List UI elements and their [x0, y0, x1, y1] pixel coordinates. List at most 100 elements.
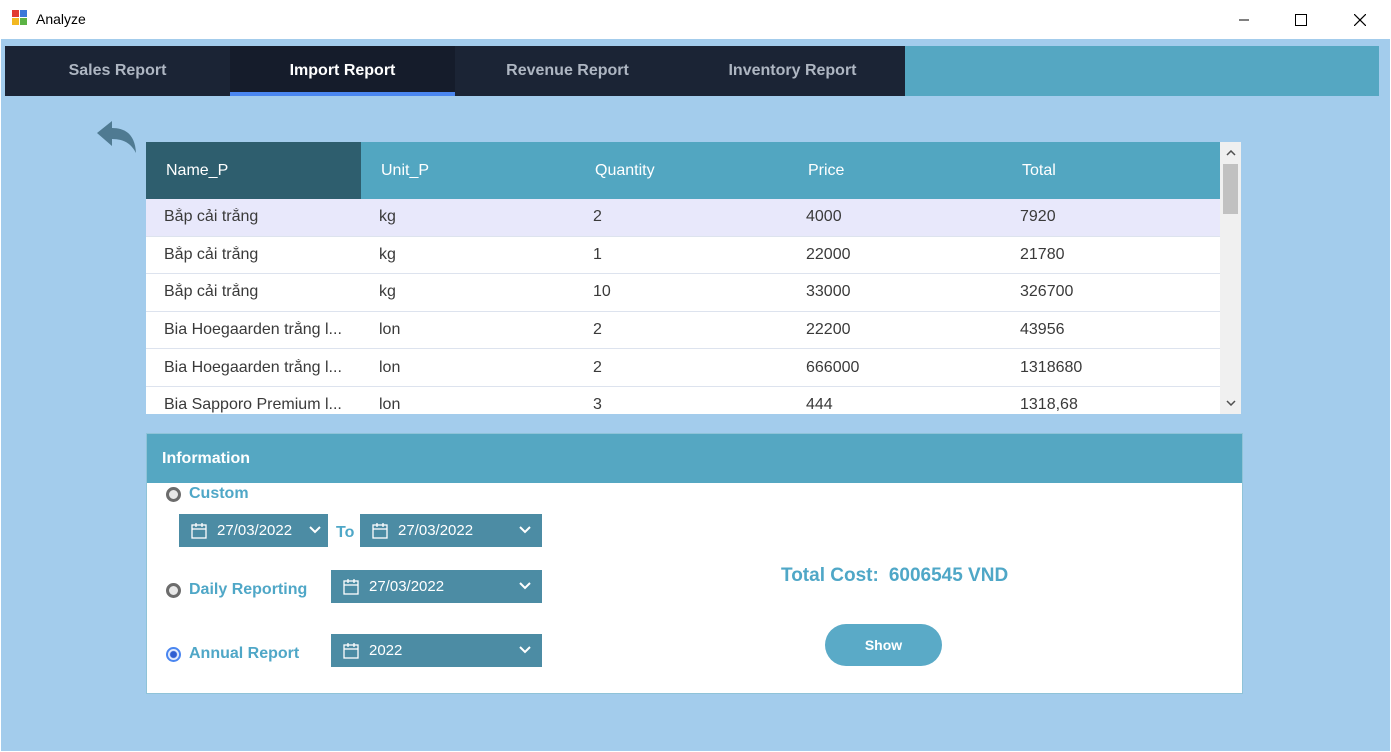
cell-total: 1318680 — [1020, 358, 1083, 376]
total-cost-value: 6006545 VND — [888, 565, 1009, 586]
information-panel: Information Custom 27/03/2022 To 27/03/2… — [146, 433, 1243, 694]
show-button[interactable]: Show — [825, 624, 942, 666]
annual-year-picker[interactable]: 2022 — [331, 634, 542, 667]
calendar-icon — [343, 578, 359, 595]
information-header: Information — [147, 434, 1242, 483]
cell-quantity: 3 — [593, 396, 602, 414]
cell-total: 7920 — [1020, 208, 1056, 226]
total-cost: Total Cost: 6006545 VND — [781, 565, 1008, 587]
tab-inventory-report[interactable]: Inventory Report — [680, 46, 905, 96]
chevron-up-icon — [1225, 150, 1236, 156]
column-header-total[interactable]: Total — [1002, 142, 1220, 199]
cell-name: Bia Hoegaarden trắng l... — [164, 321, 342, 339]
tab-import-report[interactable]: Import Report — [230, 46, 455, 96]
grid-vertical-scrollbar[interactable] — [1220, 142, 1241, 414]
grid-header: Name_P Unit_P Quantity Price Total — [146, 142, 1220, 199]
cell-total: 1318,68 — [1020, 396, 1078, 414]
scrollbar-thumb[interactable] — [1223, 164, 1238, 214]
daily-reporting-radio-label: Daily Reporting — [189, 581, 308, 598]
daily-reporting-radio[interactable]: Daily Reporting — [166, 581, 307, 599]
cell-quantity: 10 — [593, 283, 611, 301]
cell-total: 21780 — [1020, 245, 1065, 263]
custom-radio-label: Custom — [189, 485, 249, 502]
minimize-icon — [1239, 19, 1249, 20]
tab-sales-report[interactable]: Sales Report — [5, 46, 230, 96]
cell-price: 444 — [806, 396, 833, 414]
chevron-down-icon — [519, 582, 531, 590]
cell-unit: lon — [379, 396, 401, 414]
custom-from-date-value: 27/03/2022 — [217, 522, 293, 539]
table-row[interactable]: Bắp cải trắng kg 2 4000 7920 — [146, 199, 1220, 237]
cell-total: 43956 — [1020, 321, 1065, 339]
column-header-unit[interactable]: Unit_P — [361, 142, 575, 199]
cell-unit: kg — [379, 245, 396, 263]
table-row[interactable]: Bia Sapporo Premium l... lon 3 444 1318,… — [146, 386, 1220, 414]
grid-body: Bắp cải trắng kg 2 4000 7920 Bắp cải trắ… — [146, 199, 1220, 414]
table-row[interactable]: Bắp cải trắng kg 10 33000 326700 — [146, 274, 1220, 312]
cell-price: 666000 — [806, 358, 860, 376]
column-header-price[interactable]: Price — [788, 142, 1002, 199]
scroll-down-button[interactable] — [1220, 394, 1241, 412]
tab-revenue-report[interactable]: Revenue Report — [455, 46, 680, 96]
custom-radio[interactable]: Custom — [166, 485, 249, 503]
close-icon — [1354, 13, 1366, 26]
radio-unchecked-icon — [166, 582, 181, 598]
column-header-name[interactable]: Name_P — [146, 142, 361, 199]
cell-quantity: 2 — [593, 321, 602, 339]
cell-name: Bắp cải trắng — [164, 245, 259, 263]
scroll-up-button[interactable] — [1220, 144, 1241, 162]
cell-unit: kg — [379, 283, 396, 301]
calendar-icon — [191, 522, 207, 539]
total-cost-label: Total Cost: — [781, 565, 879, 586]
chevron-down-icon — [1225, 400, 1236, 406]
radio-unchecked-icon — [166, 486, 181, 502]
custom-to-date-value: 27/03/2022 — [398, 522, 474, 539]
maximize-icon — [1295, 13, 1307, 26]
back-arrow-icon — [97, 121, 136, 153]
client-area: Sales Report Import Report Revenue Repor… — [1, 39, 1390, 751]
cell-price: 22000 — [806, 245, 851, 263]
custom-from-date-picker[interactable]: 27/03/2022 — [179, 514, 328, 547]
column-header-quantity[interactable]: Quantity — [575, 142, 788, 199]
chevron-down-icon — [309, 526, 321, 534]
to-label: To — [336, 524, 355, 541]
window-title: Analyze — [36, 11, 86, 27]
table-row[interactable]: Bắp cải trắng kg 1 22000 21780 — [146, 236, 1220, 275]
cell-name: Bia Sapporo Premium l... — [164, 396, 342, 414]
table-row[interactable]: Bia Hoegaarden trắng l... lon 2 22200 43… — [146, 311, 1220, 350]
cell-quantity: 2 — [593, 208, 602, 226]
back-button[interactable] — [95, 119, 139, 155]
cell-unit: kg — [379, 208, 396, 226]
import-data-grid[interactable]: Name_P Unit_P Quantity Price Total Bắp c… — [146, 142, 1241, 414]
daily-date-value: 27/03/2022 — [369, 578, 445, 595]
cell-name: Bắp cải trắng — [164, 208, 259, 226]
daily-date-picker[interactable]: 27/03/2022 — [331, 570, 542, 603]
custom-to-date-picker[interactable]: 27/03/2022 — [360, 514, 542, 547]
chevron-down-icon — [519, 526, 531, 534]
title-bar: Analyze — [0, 0, 1391, 39]
cell-quantity: 2 — [593, 358, 602, 376]
cell-unit: lon — [379, 321, 401, 339]
minimize-button[interactable] — [1215, 0, 1273, 39]
table-row[interactable]: Bia Hoegaarden trắng l... lon 2 666000 1… — [146, 349, 1220, 387]
chevron-down-icon — [519, 646, 531, 654]
cell-quantity: 1 — [593, 245, 602, 263]
radio-checked-icon — [166, 646, 181, 662]
maximize-button[interactable] — [1272, 0, 1330, 39]
calendar-icon — [343, 642, 359, 659]
annual-report-radio-label: Annual Report — [189, 645, 300, 662]
windows-forms-app-icon — [12, 10, 28, 26]
annual-year-value: 2022 — [369, 642, 403, 659]
close-button[interactable] — [1331, 0, 1389, 39]
tab-bar: Sales Report Import Report Revenue Repor… — [5, 46, 1379, 96]
cell-price: 22200 — [806, 321, 851, 339]
tab-group: Sales Report Import Report Revenue Repor… — [5, 46, 905, 96]
cell-price: 33000 — [806, 283, 851, 301]
calendar-icon — [372, 522, 388, 539]
cell-name: Bia Hoegaarden trắng l... — [164, 358, 342, 376]
cell-total: 326700 — [1020, 283, 1074, 301]
annual-report-radio[interactable]: Annual Report — [166, 645, 299, 663]
cell-unit: lon — [379, 358, 401, 376]
cell-name: Bắp cải trắng — [164, 283, 259, 301]
cell-price: 4000 — [806, 208, 842, 226]
